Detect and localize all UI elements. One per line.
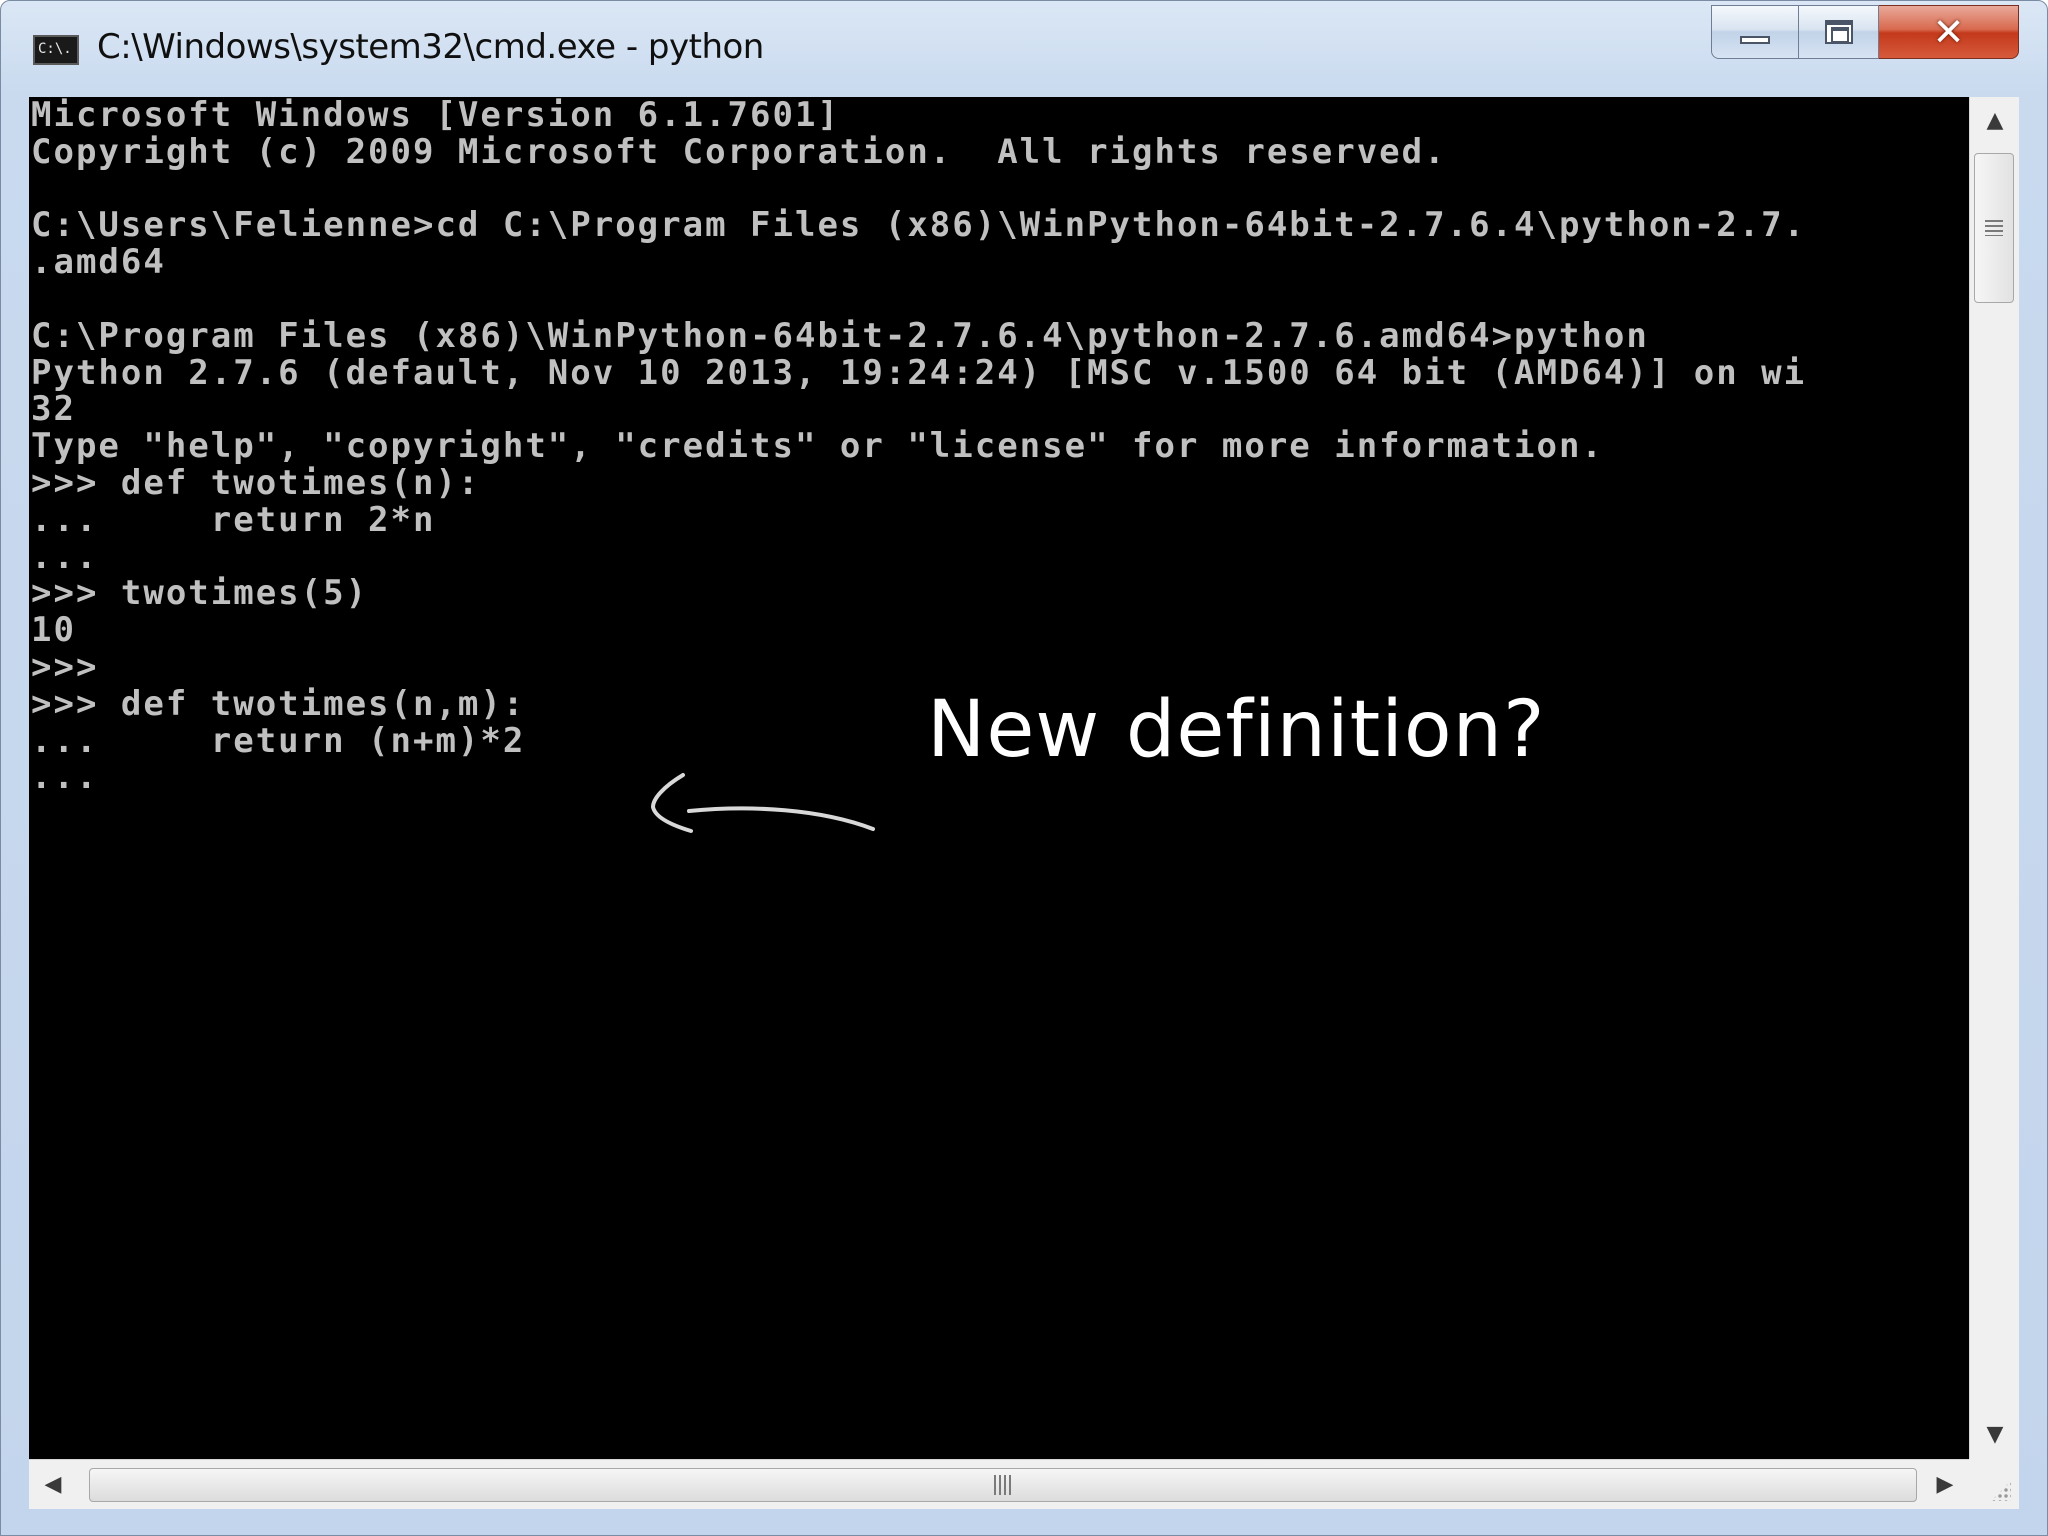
console-line: .amd64 — [31, 242, 166, 283]
title-bar[interactable]: C:\. C:\Windows\system32\cmd.exe - pytho… — [1, 1, 2048, 97]
maximize-icon — [1824, 20, 1853, 44]
horizontal-scroll-thumb[interactable] — [89, 1468, 1917, 1502]
console-line: Copyright (c) 2009 Microsoft Corporation… — [31, 131, 1447, 172]
console-line: >>> def twotimes(n,m): — [31, 683, 526, 724]
minimize-icon — [1740, 36, 1770, 44]
console-line: 10 — [31, 610, 76, 651]
cmd-icon[interactable]: C:\. — [33, 35, 79, 65]
scroll-down-icon[interactable]: ▼ — [1970, 1411, 2020, 1459]
scroll-left-icon[interactable]: ◀ — [29, 1460, 77, 1510]
annotation-text: New definition? — [927, 685, 1546, 775]
close-button[interactable]: ✕ — [1879, 5, 2019, 59]
console-line: >>> twotimes(5) — [31, 573, 369, 614]
window-controls: ✕ — [1711, 5, 2019, 59]
console-output[interactable]: Microsoft Windows [Version 6.1.7601] Cop… — [29, 97, 1969, 1459]
console-line: Type "help", "copyright", "credits" or "… — [31, 426, 1604, 467]
grip-icon — [1985, 220, 2003, 236]
console-line: Microsoft Windows [Version 6.1.7601] — [31, 97, 840, 135]
console-line: ... — [31, 757, 99, 798]
resize-grip-icon[interactable] — [1969, 1459, 2019, 1509]
horizontal-scrollbar[interactable]: ◀ ▶ — [29, 1459, 1969, 1509]
maximize-button[interactable] — [1799, 5, 1879, 59]
grip-icon — [994, 1475, 1012, 1495]
window-title: C:\Windows\system32\cmd.exe - python — [97, 27, 764, 67]
console-line: >>> def twotimes(n): — [31, 462, 481, 503]
console-line: C:\Program Files (x86)\WinPython-64bit-2… — [31, 315, 1649, 356]
console-line: Python 2.7.6 (default, Nov 10 2013, 19:2… — [31, 352, 1807, 393]
console-line: ... — [31, 536, 99, 577]
console-window: C:\. C:\Windows\system32\cmd.exe - pytho… — [0, 0, 2048, 1536]
vertical-scroll-thumb[interactable] — [1974, 153, 2014, 303]
left-arrow-icon — [650, 773, 875, 833]
console-line: ... return (n+m)*2 — [31, 720, 526, 761]
vertical-scrollbar[interactable]: ▲ ▼ — [1969, 97, 2019, 1459]
scroll-up-icon[interactable]: ▲ — [1970, 97, 2020, 145]
close-icon: ✕ — [1932, 10, 1965, 54]
minimize-button[interactable] — [1711, 5, 1799, 59]
console-line: ... return 2*n — [31, 499, 436, 540]
console-line: 32 — [31, 389, 76, 430]
console-line: C:\Users\Felienne>cd C:\Program Files (x… — [31, 205, 1807, 246]
console-line: >>> — [31, 646, 99, 687]
scroll-right-icon[interactable]: ▶ — [1921, 1460, 1969, 1510]
